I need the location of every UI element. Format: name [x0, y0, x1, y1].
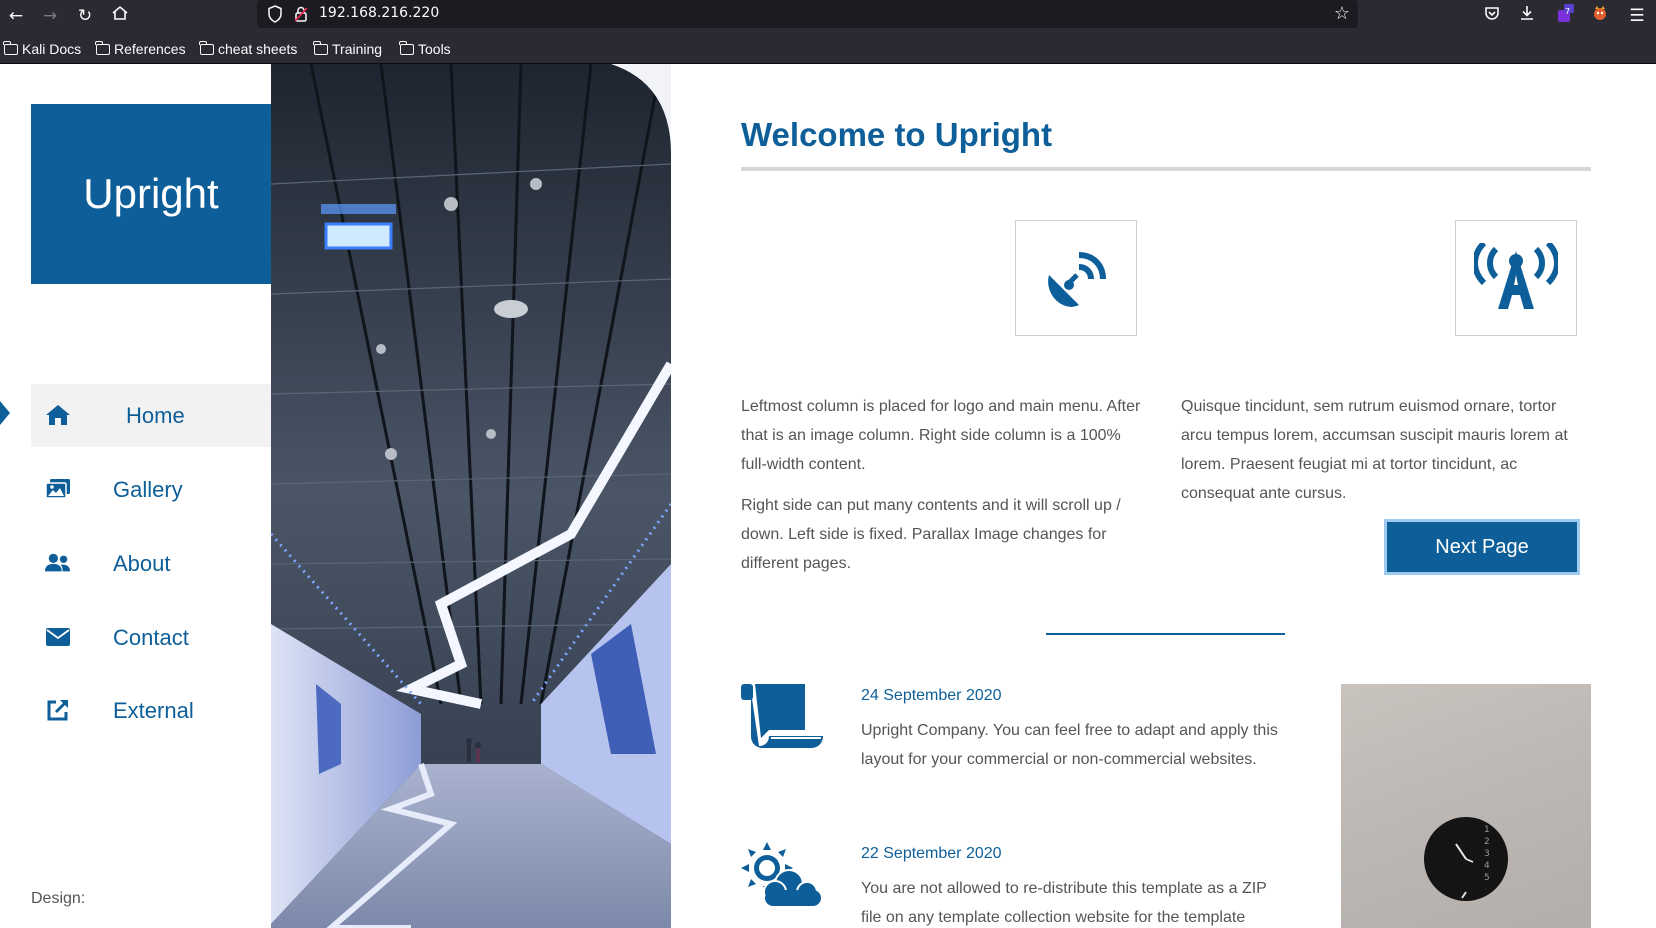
news-date-1: 24 September 2020: [861, 687, 1002, 704]
design-credit: Design:: [31, 890, 86, 907]
nav-label-gallery[interactable]: Gallery: [113, 477, 183, 503]
bookmark-training[interactable]: Training: [313, 39, 383, 59]
users-icon[interactable]: [45, 551, 71, 575]
extension-badge: 7: [1565, 7, 1571, 16]
parallax-image: [271, 64, 671, 928]
clock-photo: 1 2 3 4 5: [1341, 684, 1591, 928]
sun-cloud-icon: [741, 842, 823, 912]
tunnel-photo: [271, 64, 671, 928]
svg-text:1: 1: [1484, 825, 1490, 835]
home-browser-icon[interactable]: [108, 4, 132, 28]
folder-icon: [3, 40, 18, 55]
next-page-button[interactable]: Next Page: [1384, 519, 1580, 575]
menu-icon[interactable]: ☰: [1625, 4, 1649, 28]
intro-paragraph-1: Leftmost column is placed for logo and m…: [741, 398, 1141, 473]
fox-extension-icon[interactable]: [1588, 4, 1612, 28]
news-text-2: You are not allowed to re-distribute thi…: [861, 880, 1267, 926]
url-bar[interactable]: 192.168.216.220 ☆: [257, 0, 1358, 28]
pocket-icon[interactable]: [1480, 4, 1504, 28]
insecure-lock-icon[interactable]: [291, 4, 311, 24]
shield-icon[interactable]: [265, 4, 285, 24]
external-link-icon[interactable]: [45, 698, 71, 722]
page-viewport: Upright Home Gallery About Contact Exter…: [0, 64, 1656, 928]
wall-clock-image: 1 2 3 4 5: [1424, 817, 1508, 901]
broadcast-tower-icon: [1474, 243, 1558, 309]
folder-icon: [399, 40, 414, 55]
bookmark-cheat-sheets[interactable]: cheat sheets: [199, 39, 298, 59]
scroll-icon: [741, 684, 823, 754]
envelope-icon[interactable]: [45, 625, 71, 649]
reload-icon[interactable]: ↻: [73, 4, 97, 28]
satellite-dish-icon-box: [1015, 220, 1137, 336]
nav-item-contact[interactable]: Contact: [31, 606, 271, 669]
bookmarks-bar: Kali Docs References cheat sheets Traini…: [0, 32, 1656, 64]
bookmark-label: Training: [332, 41, 383, 57]
page-title: Welcome to Upright: [741, 116, 1053, 153]
folder-icon: [199, 40, 214, 55]
bookmark-label: Tools: [418, 41, 451, 57]
bookmark-label: References: [114, 41, 186, 57]
svg-text:3: 3: [1484, 849, 1490, 859]
url-text[interactable]: 192.168.216.220: [319, 5, 439, 21]
forward-icon[interactable]: →: [38, 4, 62, 28]
main-content: Welcome to Upright Leftmost column is pl…: [741, 64, 1591, 928]
bookmark-tools[interactable]: Tools: [399, 39, 451, 59]
bookmark-kali-docs[interactable]: Kali Docs: [3, 39, 82, 59]
svg-text:5: 5: [1484, 873, 1490, 883]
news-date-2: 22 September 2020: [861, 845, 1002, 862]
svg-text:2: 2: [1484, 837, 1490, 847]
images-icon[interactable]: [45, 477, 71, 501]
broadcast-tower-icon-box: [1455, 220, 1577, 336]
nav-label-home[interactable]: Home: [126, 403, 185, 429]
logo[interactable]: Upright: [31, 104, 271, 284]
sidebar: Upright Home Gallery About Contact Exter…: [0, 64, 271, 928]
nav-label-contact[interactable]: Contact: [113, 625, 189, 651]
news-text-1: Upright Company. You can feel free to ad…: [861, 722, 1278, 768]
satellite-dish-icon: [1048, 252, 1106, 307]
browser-toolbar: ← → ↻ 192.168.216.220 ☆ 7 ☰: [0, 0, 1656, 32]
nav-item-home[interactable]: Home: [31, 384, 271, 447]
nav-item-gallery[interactable]: Gallery: [31, 458, 271, 521]
intro-paragraph-3: Quisque tincidunt, sem rutrum euismod or…: [1181, 398, 1568, 502]
nav-label-about[interactable]: About: [113, 551, 171, 577]
section-divider: [1046, 633, 1285, 635]
title-divider: [741, 167, 1591, 171]
bookmark-references[interactable]: References: [95, 39, 186, 59]
bookmark-label: cheat sheets: [218, 41, 298, 57]
nav-label-external[interactable]: External: [113, 698, 194, 724]
bookmark-label: Kali Docs: [22, 41, 82, 57]
nav-item-about[interactable]: About: [31, 532, 271, 595]
active-indicator: [0, 401, 10, 425]
bookmark-star-icon[interactable]: ☆: [1334, 3, 1350, 24]
back-icon[interactable]: ←: [4, 4, 28, 28]
nav-item-external[interactable]: External: [31, 679, 271, 742]
svg-text:4: 4: [1484, 861, 1490, 871]
extension-icon[interactable]: 7: [1553, 4, 1577, 28]
home-icon[interactable]: [45, 403, 71, 427]
folder-icon: [313, 40, 328, 55]
downloads-icon[interactable]: [1515, 4, 1539, 28]
intro-paragraph-2: Right side can put many contents and it …: [741, 497, 1121, 572]
logo-text[interactable]: Upright: [83, 170, 218, 218]
folder-icon: [95, 40, 110, 55]
